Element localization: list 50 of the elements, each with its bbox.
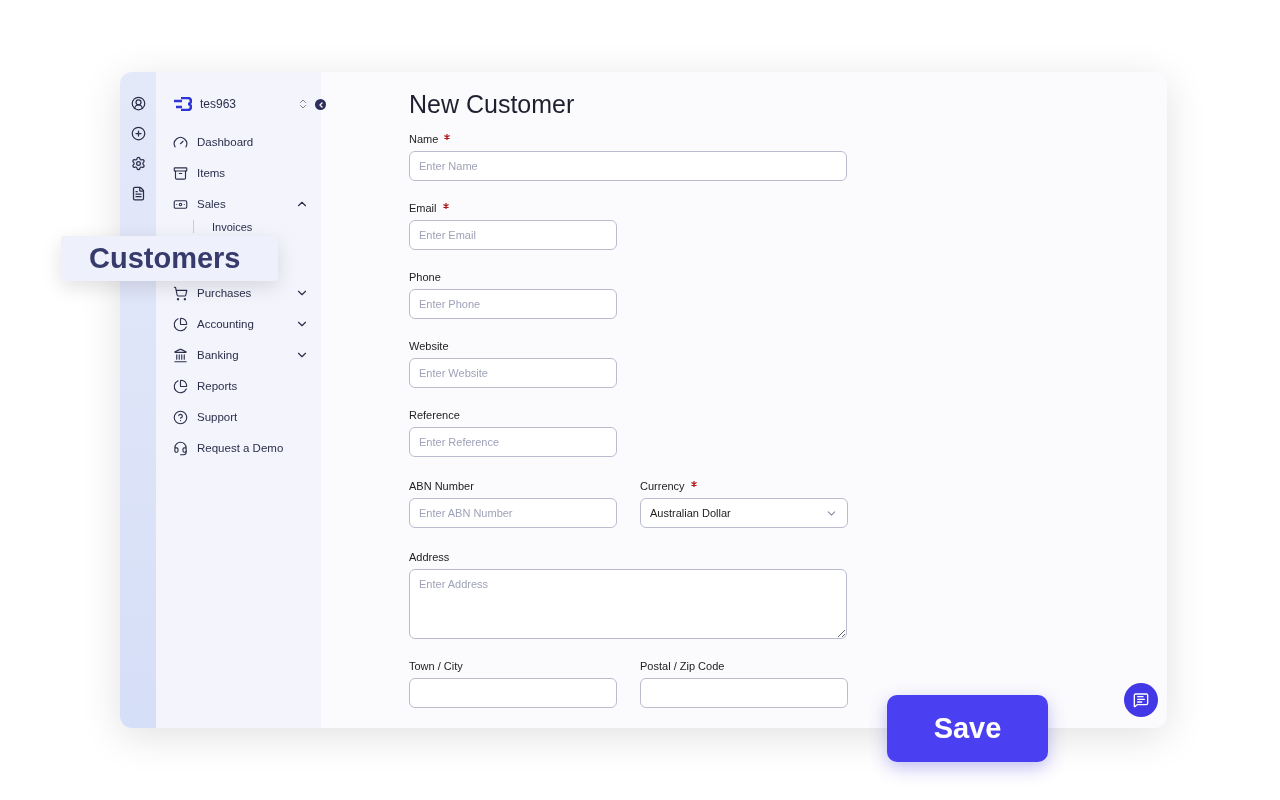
text-field[interactable]: Enter Phone: [409, 289, 617, 319]
field-label: Town / City: [409, 660, 464, 673]
nav-item[interactable]: Support: [173, 407, 321, 427]
settings-icon[interactable]: [130, 156, 146, 171]
nav-item[interactable]: Dashboard: [173, 132, 321, 152]
nav-item[interactable]: Banking: [173, 345, 321, 365]
nav-item[interactable]: Request a Demo: [173, 438, 321, 458]
headset-icon: [173, 440, 188, 456]
save-button[interactable]: Save: [887, 695, 1048, 762]
bank-icon: [173, 347, 188, 363]
pie-chart-icon: [173, 316, 188, 332]
field-label: Phone: [409, 271, 442, 284]
text-field[interactable]: [409, 678, 617, 708]
page-title: New Customer: [409, 90, 576, 119]
nav-item[interactable]: Reports: [173, 376, 321, 396]
callout-tooltip: Customers: [61, 236, 278, 281]
nav-item[interactable]: Purchases: [173, 283, 321, 303]
add-icon[interactable]: [130, 126, 146, 141]
nav-item[interactable]: Items: [173, 163, 321, 183]
nav-item[interactable]: Sales: [173, 194, 321, 214]
workspace-name: tes963: [200, 97, 238, 111]
user-icon[interactable]: [130, 96, 146, 111]
gauge-icon: [173, 134, 188, 150]
text-field[interactable]: Enter ABN Number: [409, 498, 617, 528]
field-label: Currency: [640, 480, 848, 493]
nav-subitem[interactable]: Invoices: [212, 220, 253, 233]
field-label: Address: [409, 551, 451, 564]
field-label: Email: [409, 202, 617, 215]
select-field[interactable]: Australian Dollar: [640, 498, 848, 528]
text-field[interactable]: [640, 678, 848, 708]
collapse-button[interactable]: [315, 99, 326, 110]
archive-icon: [173, 165, 188, 181]
field-label: Reference: [409, 409, 461, 422]
field-label: Website: [409, 340, 450, 353]
pie-chart-icon: [173, 378, 188, 394]
field-label: Name: [409, 133, 847, 146]
text-field[interactable]: Enter Website: [409, 358, 617, 388]
text-field[interactable]: Enter Name: [409, 151, 847, 181]
switch-icon[interactable]: [297, 98, 309, 110]
field-label: ABN Number: [409, 480, 475, 493]
logo-icon: [173, 97, 192, 111]
field-label: Postal / Zip Code: [640, 660, 726, 673]
nav-item[interactable]: Accounting: [173, 314, 321, 334]
text-field[interactable]: Enter Email: [409, 220, 617, 250]
help-icon: [173, 409, 188, 425]
document-icon[interactable]: [130, 186, 146, 201]
text-area[interactable]: Enter Address: [409, 569, 847, 639]
text-field[interactable]: Enter Reference: [409, 427, 617, 457]
chat-icon: [1133, 692, 1149, 708]
cart-icon: [173, 285, 188, 301]
